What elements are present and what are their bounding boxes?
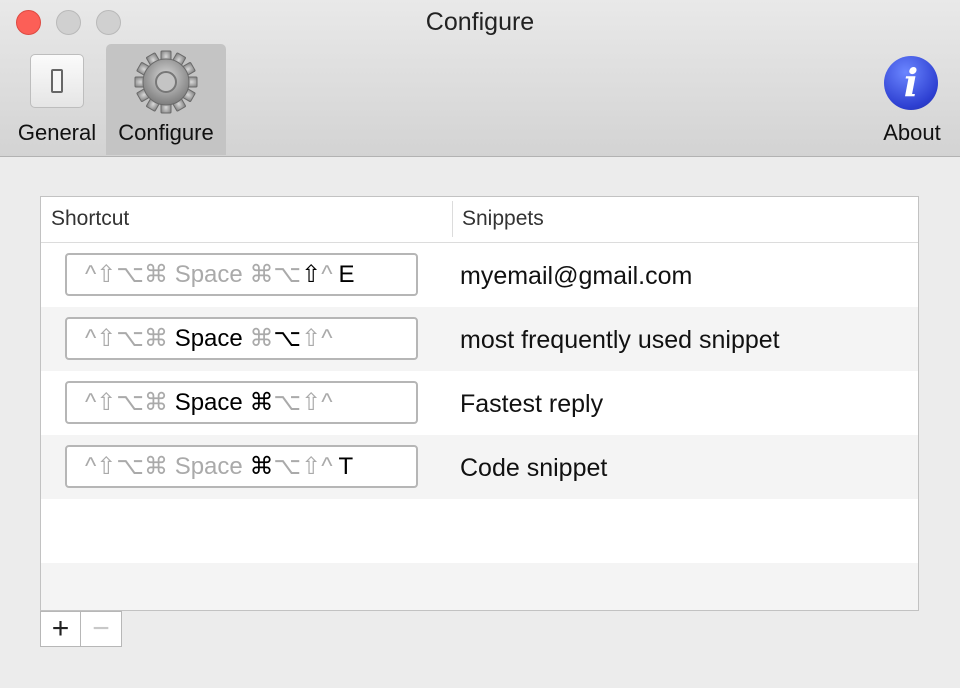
table-row[interactable]: ^⇧⌥⌘ Space ⌘⌥⇧^ Fastest reply (41, 371, 918, 435)
command-key: ⌘ (249, 389, 274, 416)
control-key: ^ (321, 325, 333, 352)
tab-configure-label: Configure (118, 120, 214, 145)
snippet-text[interactable]: most frequently used snippet (460, 326, 780, 355)
column-header-snippets[interactable]: Snippets (462, 207, 544, 231)
remove-button[interactable]: − (81, 611, 122, 647)
shortcut-recorder[interactable]: ^⇧⌥⌘ Space ⌘⌥⇧^ T (65, 445, 418, 488)
configure-window: Configure General Configure i About Shor… (0, 0, 960, 688)
snippet-text[interactable]: myemail@gmail.com (460, 262, 692, 291)
option-key: ⌥ (273, 453, 302, 480)
control-key: ^ (321, 261, 333, 288)
command-key: ⌘ (249, 261, 274, 288)
space-key: Space (174, 325, 243, 352)
option-key: ⌥ (273, 325, 302, 352)
snippets-table: Shortcut Snippets ^⇧⌥⌘ Space ⌘⌥⇧^ E myema… (40, 196, 919, 611)
tab-about-label: About (883, 120, 941, 145)
modifier-keys: ^⇧⌥⌘ (85, 389, 169, 416)
shortcut-recorder[interactable]: ^⇧⌥⌘ Space ⌘⌥⇧^ E (65, 253, 418, 296)
modifier-keys: ^⇧⌥⌘ (85, 261, 169, 288)
add-button[interactable]: + (40, 611, 81, 647)
key-char: T (338, 453, 354, 480)
table-header: Shortcut Snippets (41, 197, 918, 243)
tab-configure[interactable]: Configure (106, 44, 226, 155)
toolbar: Configure General Configure i About (0, 0, 960, 157)
modifier-keys: ^⇧⌥⌘ (85, 453, 169, 480)
snippet-text[interactable]: Code snippet (460, 454, 607, 483)
empty-row (41, 563, 918, 610)
shortcut-recorder[interactable]: ^⇧⌥⌘ Space ⌘⌥⇧^ (65, 381, 418, 424)
toggle-switch-icon (30, 54, 84, 108)
gear-icon (134, 50, 198, 114)
empty-row (41, 499, 918, 563)
shift-key: ⇧ (301, 389, 322, 416)
option-key: ⌥ (273, 389, 302, 416)
modifier-keys: ^⇧⌥⌘ (85, 325, 169, 352)
shift-key: ⇧ (301, 325, 322, 352)
column-divider (452, 201, 453, 237)
space-key: Space (174, 453, 243, 480)
shortcut-recorder[interactable]: ^⇧⌥⌘ Space ⌘⌥⇧^ (65, 317, 418, 360)
command-key: ⌘ (249, 453, 274, 480)
table-row[interactable]: ^⇧⌥⌘ Space ⌘⌥⇧^ E myemail@gmail.com (41, 243, 918, 307)
space-key: Space (174, 261, 243, 288)
snippet-text[interactable]: Fastest reply (460, 390, 603, 419)
info-icon: i (884, 56, 938, 110)
tab-about[interactable]: i About (870, 44, 954, 155)
shift-key: ⇧ (301, 453, 322, 480)
space-key: Space (174, 389, 243, 416)
table-row[interactable]: ^⇧⌥⌘ Space ⌘⌥⇧^ T Code snippet (41, 435, 918, 499)
command-key: ⌘ (249, 325, 274, 352)
option-key: ⌥ (273, 261, 302, 288)
tab-general[interactable]: General (8, 44, 106, 155)
control-key: ^ (321, 453, 333, 480)
shift-key: ⇧ (301, 261, 322, 288)
key-char: E (338, 261, 355, 288)
window-title: Configure (425, 8, 535, 36)
table-row[interactable]: ^⇧⌥⌘ Space ⌘⌥⇧^ most frequently used sni… (41, 307, 918, 371)
control-key: ^ (321, 389, 333, 416)
tab-general-label: General (17, 120, 97, 145)
column-header-shortcut[interactable]: Shortcut (51, 207, 129, 231)
